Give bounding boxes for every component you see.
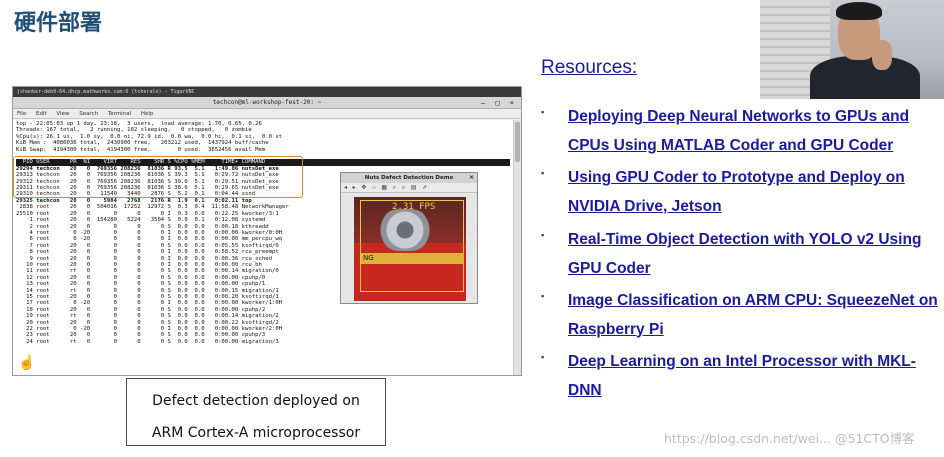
nuts-window-title: Nuts Defect Detection Demo — [364, 175, 454, 181]
caption-box: Defect detection deployed on ARM Cortex-… — [126, 378, 386, 446]
nuts-detection-window[interactable]: Nuts Defect Detection Demo × ◂ ▸ ✥ ⌂ ▦ ⌕… — [340, 172, 478, 304]
menu-edit[interactable]: Edit — [36, 111, 47, 117]
detection-bounding-box — [360, 200, 464, 292]
resource-link[interactable]: Deep Learning on an Intel Processor with… — [568, 348, 941, 405]
bullet-icon: ▪ — [541, 230, 545, 240]
bullet-icon: ▪ — [541, 168, 545, 178]
close-icon[interactable]: × — [469, 173, 474, 183]
menu-terminal[interactable]: Terminal — [108, 111, 131, 117]
watermark: https://blog.csdn.net/wei... @51CTO博客 — [664, 431, 915, 446]
presenter-hand — [872, 40, 892, 70]
defect-label: NG — [363, 254, 374, 262]
menu-file[interactable]: File — [17, 111, 26, 117]
terminal-scrollbar[interactable] — [513, 120, 521, 375]
defect-label-bar — [361, 253, 464, 264]
resource-link[interactable]: Deploying Deep Neural Networks to GPUs a… — [568, 103, 941, 160]
caption-line-2: ARM Cortex-A microprocessor — [151, 425, 361, 441]
terminal-title: techcon@ml-workshop-fest-20: ~ — [212, 99, 322, 106]
menu-help[interactable]: Help — [141, 111, 154, 117]
terminal-menubar: File Edit View Search Terminal Help — [13, 109, 521, 119]
hand-cursor-icon: ☝ — [18, 354, 36, 370]
fps-readout: 2.31 FPS — [392, 202, 436, 212]
presenter-webcam — [760, 0, 944, 99]
resource-link[interactable]: Real-Time Object Detection with YOLO v2 … — [568, 226, 941, 283]
scrollbar-thumb[interactable] — [515, 122, 520, 162]
vnc-title-bar: jshanker-deb9-64.dhcp.mathworks.com:6 (t… — [13, 87, 521, 97]
detection-image: 2.31 FPS NG — [354, 197, 466, 301]
presenter-body — [810, 56, 920, 99]
terminal-title-bar[interactable]: techcon@ml-workshop-fest-20: ~ – □ × — [13, 97, 521, 109]
caption-line-1: Defect detection deployed on — [152, 393, 360, 409]
resources-heading: Resources: — [541, 57, 638, 78]
menu-search[interactable]: Search — [79, 111, 98, 117]
bullet-icon: ▪ — [541, 107, 545, 117]
bullet-icon: ▪ — [541, 352, 545, 362]
window-controls-icon[interactable]: – □ × — [481, 97, 517, 109]
presenter-hair — [836, 2, 882, 20]
resource-link[interactable]: Using GPU Coder to Prototype and Deploy … — [568, 164, 941, 221]
figure-toolbar-icons[interactable]: ◂ ▸ ✥ ⌂ ▦ ⌕ ⌕ ▤ ➚ — [341, 183, 477, 193]
nuts-window-title-bar[interactable]: Nuts Defect Detection Demo × — [341, 173, 477, 183]
resource-link[interactable]: Image Classification on ARM CPU: Squeeze… — [568, 287, 941, 344]
slide-title: 硬件部署 — [14, 11, 103, 36]
bullet-icon: ▪ — [541, 291, 545, 301]
terminal-line: 24 root rt 0 0 0 0 S 0.0 0.0 0:00.00 mig… — [16, 338, 279, 345]
menu-view[interactable]: View — [56, 111, 69, 117]
